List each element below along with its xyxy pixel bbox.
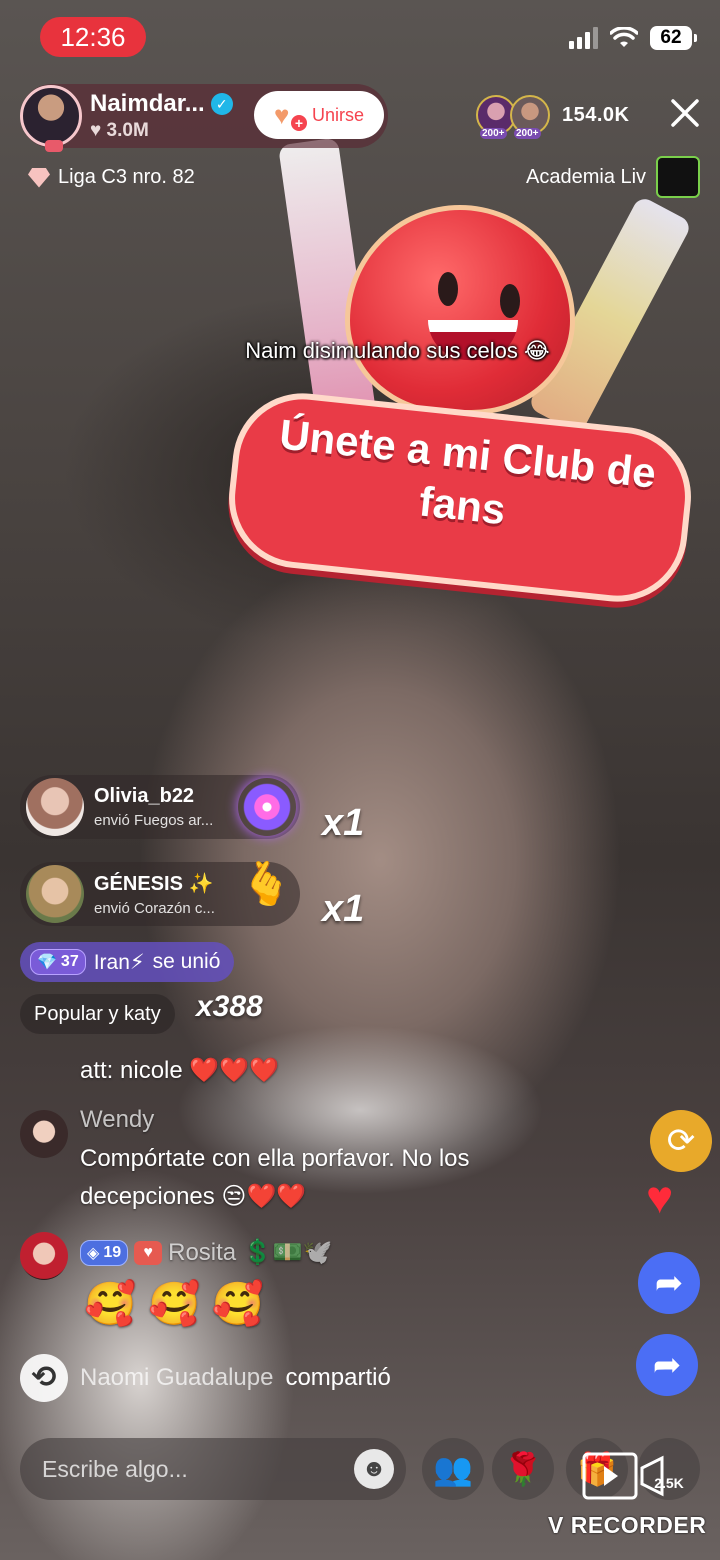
comment-input-box[interactable]: ☻ (20, 1438, 406, 1500)
popular-label[interactable]: Popular y katy (20, 994, 175, 1034)
close-icon[interactable] (668, 96, 702, 130)
viewer-count[interactable]: 154.0K (562, 104, 630, 127)
academy-label[interactable]: Academia Liv (526, 166, 646, 189)
wifi-icon (610, 27, 638, 47)
like-heart-icon[interactable]: ♥ (646, 1170, 673, 1224)
viewer-rank-badge: 200+ (480, 128, 507, 139)
repost-icon: ⟲ (20, 1354, 68, 1402)
top-viewers[interactable]: 200+ 200+ 154.0K (476, 95, 630, 139)
share-notice: ⟲ Naomi Guadalupe compartió (20, 1354, 391, 1402)
rose-gift-icon[interactable]: 🌹 (492, 1438, 554, 1500)
watermark-label: V RECORDER (548, 1512, 707, 1538)
share-button[interactable]: ➦ (636, 1334, 698, 1396)
finger-heart-gift-icon: 🫰 (240, 860, 293, 907)
gifter-name: Olivia_b22 (94, 785, 195, 807)
level-badge: ◈ 19 (80, 1239, 129, 1266)
chat-header: ◈ 19 ♥ Rosita 💲💵🕊️ (80, 1238, 332, 1267)
level-number: 19 (103, 1243, 122, 1261)
share-action: compartió (285, 1364, 391, 1391)
repost-button[interactable]: ⟳ (650, 1110, 712, 1172)
academy-logo-icon[interactable] (656, 156, 700, 198)
host-likes: ♥ 3.0M (90, 120, 149, 141)
host-name: Naimdar... (90, 90, 205, 117)
join-button-label: Unirse (311, 104, 364, 125)
screen-recorder-icon (582, 1452, 664, 1500)
emoji-icon[interactable]: ☻ (354, 1449, 394, 1489)
video-caption: Naim disimulando sus celos 😂 (245, 338, 550, 363)
chat-avatar[interactable] (20, 1110, 68, 1158)
gift-count: x1 (322, 888, 365, 930)
level-number: 37 (60, 953, 79, 970)
diamond-icon: 💎 (37, 954, 57, 971)
viewer-avatar[interactable]: 200+ (510, 95, 550, 139)
share-user[interactable]: Naomi Guadalupe (80, 1364, 273, 1392)
host-avatar[interactable] (20, 85, 82, 152)
gift-description: envió Corazón c... (94, 900, 215, 917)
user-joined-notice[interactable]: 💎 37 Iran⚡ se unió (20, 942, 235, 982)
league-rank[interactable]: Liga C3 nro. 82 (28, 166, 195, 189)
status-time: 12:36 (40, 17, 146, 57)
comment-input[interactable] (42, 1455, 342, 1483)
league-label: Liga C3 nro. 82 (58, 166, 195, 188)
chat-username[interactable]: Wendy (80, 1106, 154, 1134)
level-badge: 💎 37 (30, 949, 86, 975)
chat-username[interactable]: Rosita 💲💵🕊️ (168, 1238, 332, 1267)
cellular-signal-icon (569, 27, 598, 49)
popular-count: x388 (196, 990, 263, 1023)
fireworks-gift-icon (238, 778, 296, 836)
chat-message: att: nicole ❤️❤️❤️ (80, 1057, 280, 1084)
verified-check-icon: ✓ (210, 93, 233, 115)
guests-icon[interactable]: 👥 (422, 1438, 484, 1500)
gift-description: envió Fuegos ar... (94, 812, 214, 829)
join-fan-club-button[interactable]: ♥ + Unirse (254, 91, 384, 139)
status-icons: 62 (569, 26, 697, 50)
gifter-avatar[interactable] (26, 778, 84, 836)
gifter-avatar[interactable] (26, 865, 84, 923)
gem-icon (28, 167, 50, 188)
share-button[interactable]: ➦ (638, 1252, 700, 1314)
gifter-name: GÉNESIS ✨ (94, 873, 214, 895)
joined-action: se unió (152, 950, 221, 973)
heart-plus-icon: ♥ + (274, 101, 307, 131)
fan-badge-icon: ♥ (134, 1240, 163, 1265)
chat-message: Compórtate con ella porfavor. No los dec… (80, 1145, 470, 1210)
battery-indicator: 62 (650, 26, 697, 50)
chat-avatar[interactable] (20, 1232, 68, 1280)
viewer-rank-badge: 200+ (514, 128, 541, 139)
joined-user[interactable]: Iran⚡ (94, 950, 145, 975)
gift-count: x1 (322, 802, 365, 844)
chat-message: 🥰 🥰 🥰 (84, 1280, 265, 1327)
diamond-icon: ◈ (87, 1244, 100, 1262)
